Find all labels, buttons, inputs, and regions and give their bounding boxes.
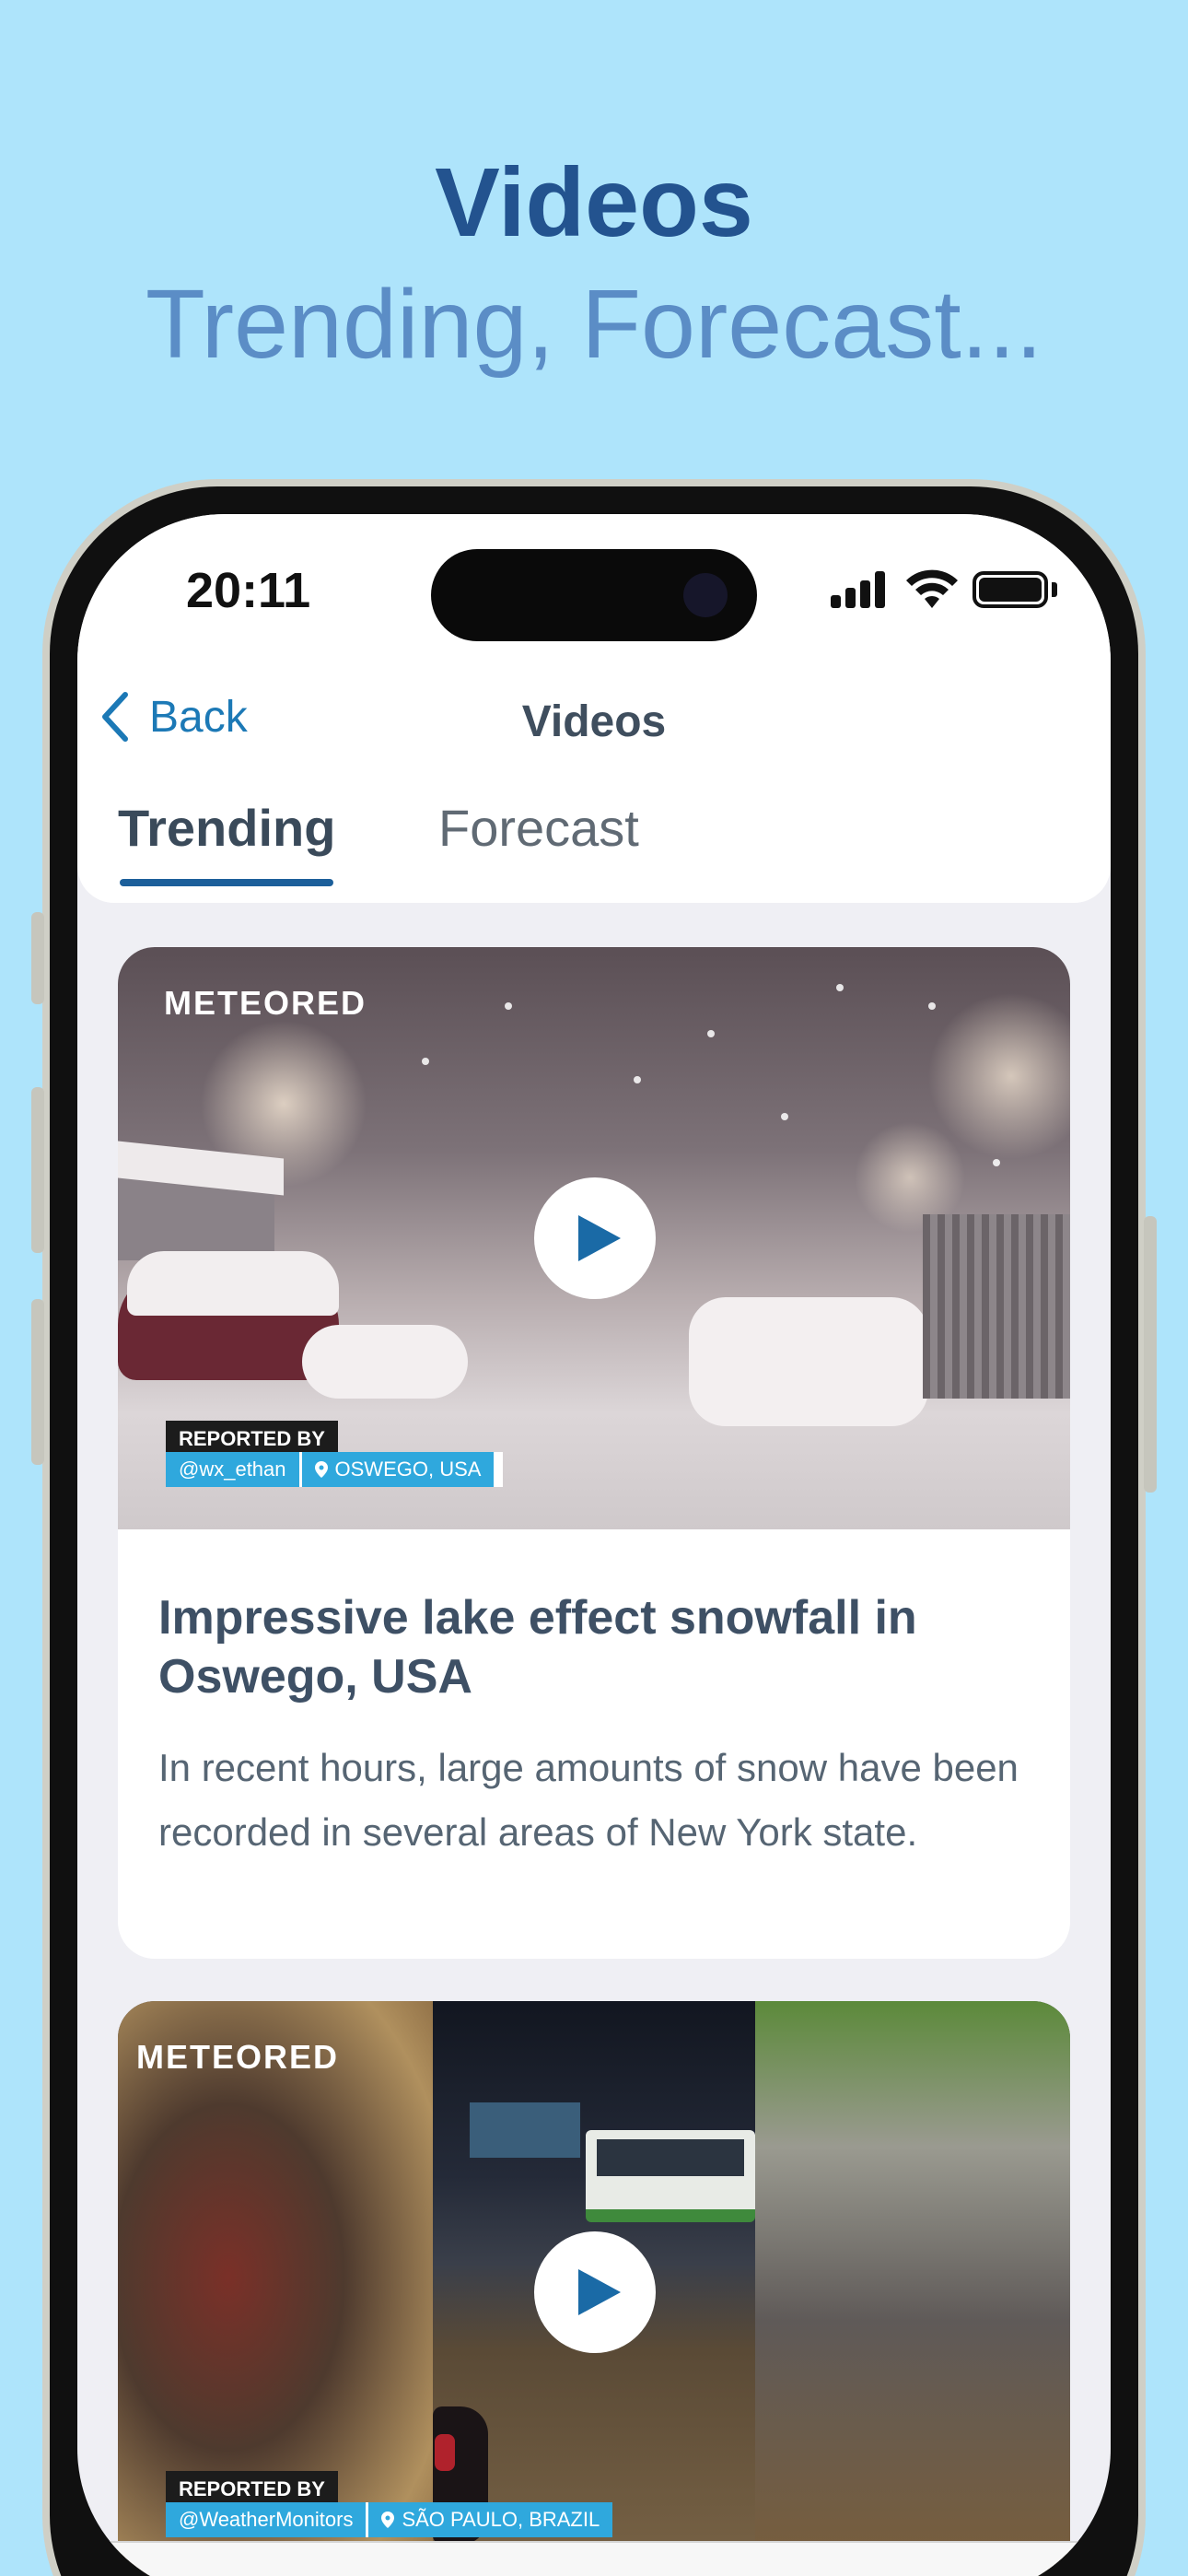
reporter-tags: @wx_ethan OSWEGO, USA: [166, 1452, 504, 1487]
snowflake: [993, 1159, 1000, 1166]
video-card[interactable]: METEORED REPORTED BY @wx_ethan OSWEGO, U…: [118, 947, 1070, 1959]
snowflake: [836, 984, 844, 991]
cellular-signal-icon: [831, 571, 888, 608]
wifi-icon: [906, 569, 958, 608]
reporter-tags: @WeatherMonitors SÃO PAULO, BRAZIL: [166, 2502, 613, 2537]
tab-trending[interactable]: Trending: [118, 798, 335, 858]
snowflake: [634, 1076, 641, 1083]
play-button[interactable]: [534, 2231, 656, 2353]
thumbnail-car-light: [435, 2434, 455, 2471]
play-icon: [578, 1215, 621, 1261]
side-button: [31, 912, 44, 1004]
location-label: SÃO PAULO, BRAZIL: [402, 2508, 600, 2531]
promo-subtitle: Trending, Forecast...: [145, 270, 1043, 379]
tab-forecast[interactable]: Forecast: [438, 798, 639, 858]
video-title[interactable]: Impressive lake effect snowfall in Osweg…: [158, 1588, 1033, 1706]
video-thumbnail[interactable]: METEORED REPORTED BY @wx_ethan OSWEGO, U…: [118, 947, 1070, 1529]
thumbnail-building: [470, 2102, 580, 2158]
battery-icon: [973, 571, 1048, 608]
tag-end-marker: [494, 1452, 504, 1487]
thumbnail-fence: [923, 1214, 1070, 1399]
battery-nub: [1052, 582, 1057, 597]
snowflake: [422, 1058, 429, 1065]
volume-down-button: [31, 1299, 44, 1465]
snowflake: [781, 1113, 788, 1120]
snowflake: [928, 1002, 936, 1010]
bottom-tab-bar: [77, 2541, 1111, 2576]
play-icon: [578, 2269, 621, 2315]
power-button: [1144, 1216, 1157, 1493]
snowflake: [707, 1030, 715, 1037]
phone-screen: 20:11 Back Videos Trending Forecast METE…: [77, 514, 1111, 2576]
video-description: In recent hours, large amounts of snow h…: [158, 1746, 1019, 1854]
tab-selected-indicator: [120, 879, 333, 886]
play-button[interactable]: [534, 1177, 656, 1299]
video-thumbnail[interactable]: METEORED REPORTED BY @WeatherMonitors SÃ…: [118, 2001, 1070, 2576]
thumbnail-snow-bank: [689, 1297, 928, 1426]
tab-bar: Trending Forecast: [77, 772, 1111, 903]
promo-title: Videos: [435, 148, 753, 257]
video-card[interactable]: METEORED REPORTED BY @WeatherMonitors SÃ…: [118, 2001, 1070, 2576]
navigation-bar: Back Videos: [77, 662, 1111, 772]
watermark-logo: METEORED: [164, 984, 367, 1022]
map-pin-icon: [314, 1461, 328, 1478]
thumbnail-car-snow: [127, 1251, 339, 1316]
location-tag: OSWEGO, USA: [298, 1452, 495, 1487]
page-title: Videos: [521, 697, 667, 746]
snowflake: [505, 1002, 512, 1010]
status-bar: 20:11: [77, 514, 1111, 662]
reporter-handle: @WeatherMonitors: [166, 2502, 367, 2537]
thumbnail-snow-bank: [302, 1325, 468, 1399]
location-label: OSWEGO, USA: [334, 1458, 482, 1481]
thumbnail-blur-right: [755, 2001, 1070, 2576]
map-pin-icon: [381, 2512, 395, 2528]
status-time: 20:11: [186, 563, 311, 618]
volume-up-button: [31, 1087, 44, 1253]
watermark-logo: METEORED: [136, 2038, 340, 2076]
camera-icon: [683, 573, 728, 617]
reporter-handle: @wx_ethan: [166, 1452, 299, 1487]
thumbnail-bus-windows: [597, 2139, 744, 2176]
location-tag: SÃO PAULO, BRAZIL: [366, 2502, 613, 2537]
